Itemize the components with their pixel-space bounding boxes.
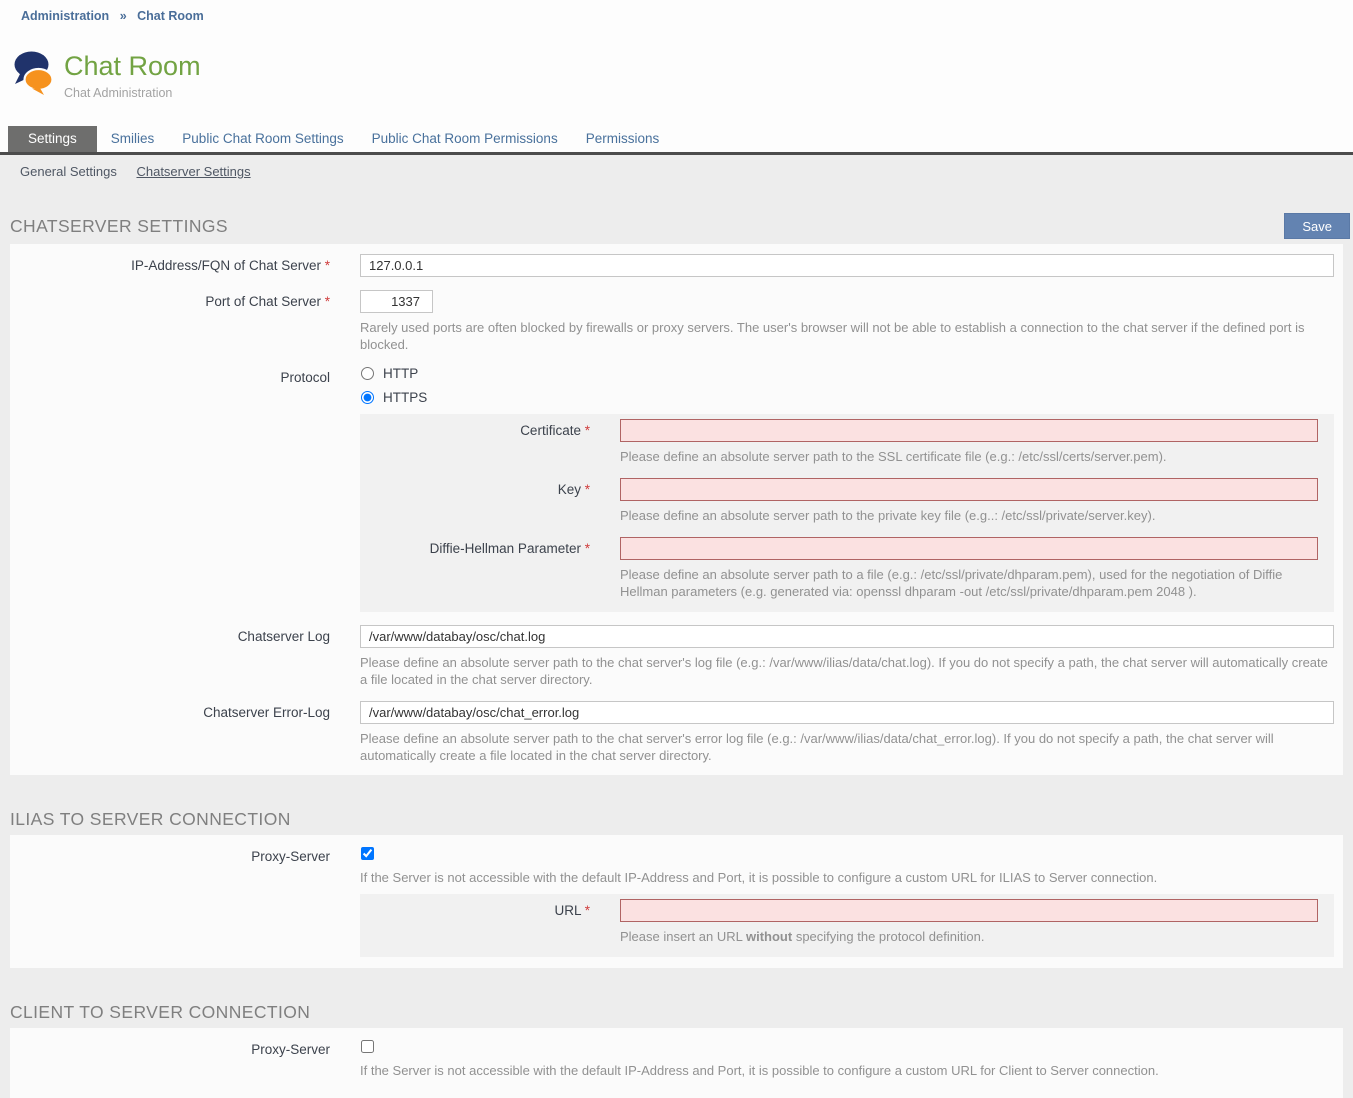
protocol-option-http[interactable]: HTTP: [360, 366, 1334, 381]
port-label: Port of Chat Server *: [10, 290, 360, 353]
ilias-proxy-label: Proxy-Server: [10, 845, 360, 957]
http-radio[interactable]: [361, 367, 374, 380]
tab-public-chat-room-permissions[interactable]: Public Chat Room Permissions: [358, 126, 572, 152]
page: Administration » Chat Room Chat Room Cha…: [0, 0, 1353, 1098]
port-input[interactable]: [360, 290, 433, 313]
protocol-label: Protocol: [10, 366, 360, 612]
diffie-hellman-input[interactable]: [620, 537, 1318, 560]
form-row-url: URL * Please insert an URL without speci…: [360, 899, 1334, 945]
chat-bubbles-icon: [13, 51, 53, 95]
chatserver-error-log-byline: Please define an absolute server path to…: [360, 730, 1334, 764]
tab-bar: Settings Smilies Public Chat Room Settin…: [8, 126, 673, 152]
subtab-chatserver-settings[interactable]: Chatserver Settings: [136, 164, 250, 179]
url-byline: Please insert an URL without specifying …: [620, 928, 1318, 945]
client-proxy-checkbox[interactable]: [361, 1040, 374, 1053]
chatserver-log-input[interactable]: [360, 625, 1334, 648]
required-asterisk: *: [585, 903, 590, 918]
required-asterisk: *: [325, 258, 330, 273]
ip-address-input[interactable]: [360, 254, 1334, 277]
section-title-ilias-connection: ILIAS TO SERVER CONNECTION: [10, 806, 291, 830]
protocol-option-https[interactable]: HTTPS: [360, 390, 1334, 405]
save-button[interactable]: Save: [1284, 213, 1350, 239]
diffie-hellman-label: Diffie-Hellman Parameter *: [360, 537, 620, 600]
required-asterisk: *: [585, 482, 590, 497]
form-row-chatserver-error-log: Chatserver Error-Log Please define an ab…: [10, 701, 1343, 764]
diffie-hellman-byline: Please define an absolute server path to…: [620, 566, 1318, 600]
key-byline: Please define an absolute server path to…: [620, 507, 1318, 524]
form-row-port: Port of Chat Server * Rarely used ports …: [10, 290, 1343, 353]
tab-smilies[interactable]: Smilies: [97, 126, 169, 152]
header: Administration » Chat Room Chat Room Cha…: [0, 0, 1353, 155]
key-input[interactable]: [620, 478, 1318, 501]
required-asterisk: *: [325, 294, 330, 309]
form-row-diffie-hellman: Diffie-Hellman Parameter * Please define…: [360, 537, 1334, 600]
chatserver-log-byline: Please define an absolute server path to…: [360, 654, 1334, 688]
form-row-certificate: Certificate * Please define an absolute …: [360, 419, 1334, 465]
client-proxy-label: Proxy-Server: [10, 1038, 360, 1079]
port-byline: Rarely used ports are often blocked by f…: [360, 319, 1334, 353]
ilias-proxy-byline: If the Server is not accessible with the…: [360, 869, 1334, 886]
section-title-chatserver-settings: CHATSERVER SETTINGS: [10, 213, 228, 237]
breadcrumb: Administration » Chat Room: [0, 0, 1353, 23]
page-subtitle: Chat Administration: [64, 86, 201, 100]
breadcrumb-link-administration[interactable]: Administration: [21, 9, 109, 23]
required-asterisk: *: [585, 541, 590, 556]
chatserver-error-log-input[interactable]: [360, 701, 1334, 724]
url-label: URL *: [360, 899, 620, 945]
form-row-chatserver-log: Chatserver Log Please define an absolute…: [10, 625, 1343, 688]
breadcrumb-link-chat-room[interactable]: Chat Room: [137, 9, 204, 23]
section-title-client-connection: CLIENT TO SERVER CONNECTION: [10, 999, 310, 1023]
section-head-ilias-connection: ILIAS TO SERVER CONNECTION: [10, 806, 1343, 830]
form-row-key: Key * Please define an absolute server p…: [360, 478, 1334, 524]
https-subform: Certificate * Please define an absolute …: [360, 414, 1334, 612]
client-connection-form: Proxy-Server If the Server is not access…: [10, 1028, 1343, 1098]
subtab-general-settings[interactable]: General Settings: [20, 164, 117, 179]
ilias-proxy-checkbox[interactable]: [361, 847, 374, 860]
certificate-label: Certificate *: [360, 419, 620, 465]
chatserver-error-log-label: Chatserver Error-Log: [10, 701, 360, 764]
form-row-ilias-proxy: Proxy-Server If the Server is not access…: [10, 845, 1343, 957]
certificate-input[interactable]: [620, 419, 1318, 442]
section-head-chatserver-settings: CHATSERVER SETTINGS Save: [10, 213, 1343, 239]
ip-address-label: IP-Address/FQN of Chat Server *: [10, 254, 360, 277]
tab-permissions[interactable]: Permissions: [572, 126, 674, 152]
title-block: Chat Room Chat Administration: [13, 51, 201, 100]
https-radio[interactable]: [361, 391, 374, 404]
chatserver-log-label: Chatserver Log: [10, 625, 360, 688]
key-label: Key *: [360, 478, 620, 524]
form-row-ip-address: IP-Address/FQN of Chat Server *: [10, 254, 1343, 277]
certificate-byline: Please define an absolute server path to…: [620, 448, 1318, 465]
form-row-client-proxy: Proxy-Server If the Server is not access…: [10, 1038, 1343, 1079]
chatserver-settings-form: IP-Address/FQN of Chat Server * Port of …: [10, 244, 1343, 775]
page-title: Chat Room: [64, 51, 201, 81]
client-proxy-byline: If the Server is not accessible with the…: [360, 1062, 1334, 1079]
ilias-url-subform: URL * Please insert an URL without speci…: [360, 894, 1334, 957]
tab-settings[interactable]: Settings: [8, 126, 97, 152]
tab-public-chat-room-settings[interactable]: Public Chat Room Settings: [168, 126, 357, 152]
section-head-client-connection: CLIENT TO SERVER CONNECTION: [10, 999, 1343, 1023]
content: CHATSERVER SETTINGS Save IP-Address/FQN …: [10, 213, 1343, 1098]
ilias-connection-form: Proxy-Server If the Server is not access…: [10, 835, 1343, 968]
subtab-bar: General Settings Chatserver Settings: [0, 155, 1353, 183]
url-input[interactable]: [620, 899, 1318, 922]
required-asterisk: *: [585, 423, 590, 438]
breadcrumb-separator: »: [120, 9, 127, 23]
form-row-protocol: Protocol HTTP HTTPS Certificate: [10, 366, 1343, 612]
